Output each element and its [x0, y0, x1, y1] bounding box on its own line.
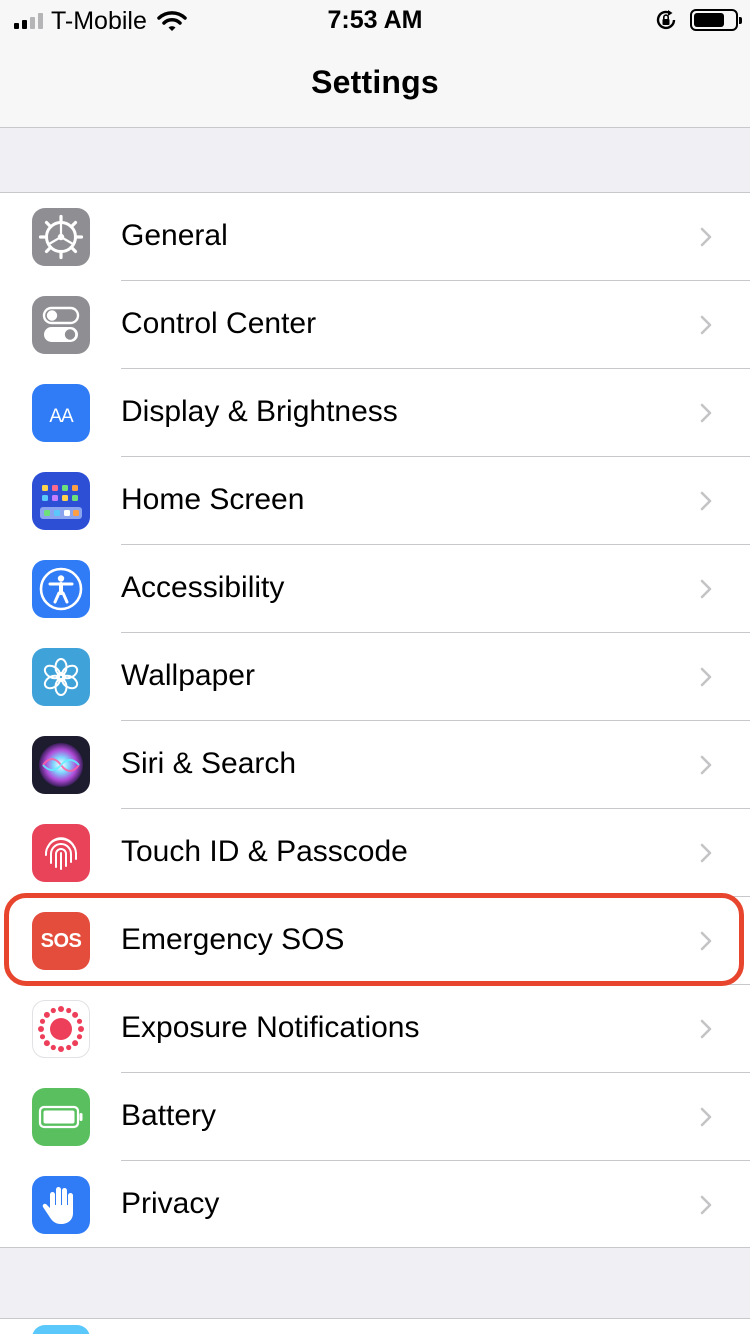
settings-row-battery[interactable]: Battery [0, 1073, 750, 1161]
settings-row-label: Siri & Search [121, 747, 297, 780]
settings-row-control-center[interactable]: Control Center [0, 281, 750, 369]
navigation-bar: Settings [0, 40, 750, 128]
chevron-right-icon [700, 843, 712, 863]
app-store-icon [32, 1325, 90, 1334]
settings-row-exposure-notifications[interactable]: Exposure Notifications [0, 985, 750, 1073]
chevron-right-icon [700, 1195, 712, 1215]
gear-icon [32, 208, 90, 266]
settings-row-label: Exposure Notifications [121, 1011, 420, 1044]
settings-row-label: Privacy [121, 1187, 220, 1220]
emergency-sos-highlight [4, 893, 744, 986]
settings-row-display-brightness[interactable]: AA Display & Brightness [0, 369, 750, 457]
battery-icon [32, 1088, 90, 1146]
chevron-right-icon [700, 315, 712, 335]
settings-row-wallpaper[interactable]: Wallpaper [0, 633, 750, 721]
settings-row-label: Touch ID & Passcode [121, 835, 408, 868]
accessibility-person-icon [32, 560, 90, 618]
settings-row-label: Display & Brightness [121, 395, 398, 428]
battery-status-icon [690, 9, 742, 31]
settings-row-label: General [121, 219, 228, 252]
app-grid-icon [32, 472, 90, 530]
text-size-icon: AA [32, 384, 90, 442]
flower-icon [32, 648, 90, 706]
exposure-icon [32, 1000, 90, 1058]
settings-row-label: Accessibility [121, 571, 285, 604]
orientation-lock-icon [656, 10, 676, 30]
chevron-right-icon [700, 1107, 712, 1127]
next-settings-group [0, 1318, 750, 1334]
settings-row-label: Wallpaper [121, 659, 255, 692]
siri-icon [32, 736, 90, 794]
status-right [654, 8, 742, 32]
fingerprint-icon [32, 824, 90, 882]
hand-icon [32, 1176, 90, 1234]
chevron-right-icon [700, 403, 712, 423]
chevron-right-icon [700, 755, 712, 775]
chevron-right-icon [700, 491, 712, 511]
status-bar: T-Mobile 7:53 AM [0, 0, 750, 40]
settings-row-touch-id-passcode[interactable]: Touch ID & Passcode [0, 809, 750, 897]
chevron-right-icon [700, 1019, 712, 1039]
page-title: Settings [311, 64, 439, 100]
status-time: 7:53 AM [327, 6, 423, 34]
settings-row-accessibility[interactable]: Accessibility [0, 545, 750, 633]
settings-row-general[interactable]: General [0, 193, 750, 281]
settings-row-label: Home Screen [121, 483, 305, 516]
settings-row-privacy[interactable]: Privacy [0, 1161, 750, 1249]
chevron-right-icon [700, 579, 712, 599]
settings-row-label: Control Center [121, 307, 317, 340]
text-size-glyph: AA [49, 405, 73, 427]
settings-list: General Control Center AA Display & Brig… [0, 192, 750, 1248]
chevron-right-icon [700, 227, 712, 247]
settings-row-label: Battery [121, 1099, 217, 1132]
chevron-right-icon [700, 667, 712, 687]
settings-row-home-screen[interactable]: Home Screen [0, 457, 750, 545]
toggles-icon [32, 296, 90, 354]
settings-row-siri-search[interactable]: Siri & Search [0, 721, 750, 809]
